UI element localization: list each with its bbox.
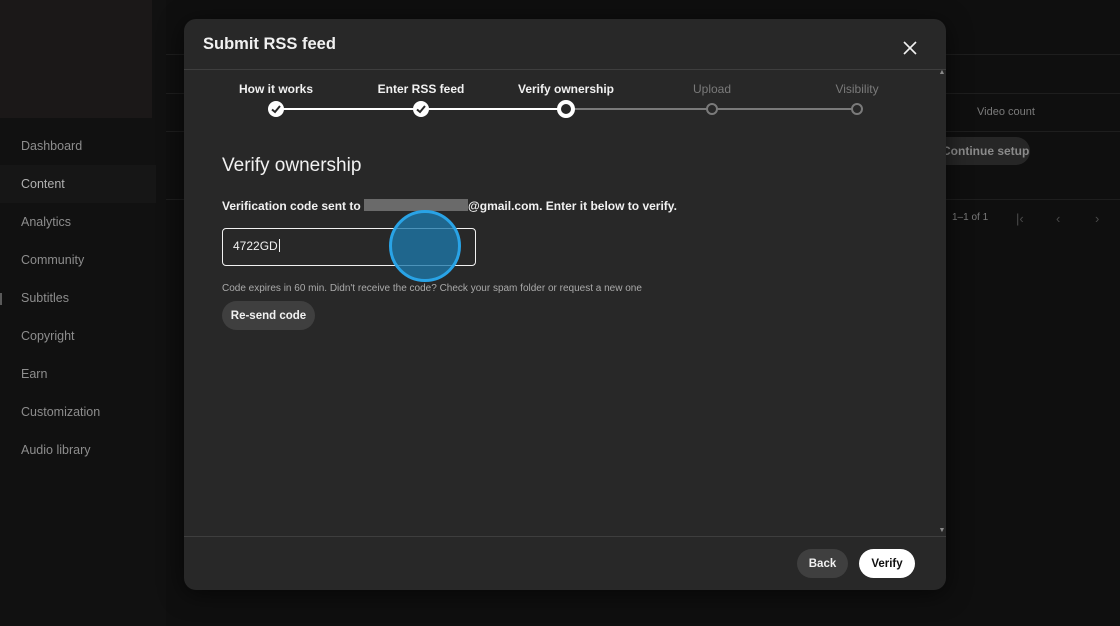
sidebar: Dashboard Content Analytics Community Su… bbox=[0, 0, 166, 626]
sidebar-item-subtitles[interactable]: Subtitles bbox=[21, 288, 69, 308]
step-pending-indicator bbox=[851, 103, 863, 115]
channel-avatar bbox=[0, 0, 152, 118]
header-divider bbox=[184, 69, 946, 70]
sidebar-item-earn[interactable]: Earn bbox=[21, 364, 47, 384]
sidebar-item-analytics[interactable]: Analytics bbox=[21, 212, 71, 232]
pagination-text: 1–1 of 1 bbox=[952, 212, 989, 223]
scroll-down-icon[interactable]: ▼ bbox=[938, 527, 946, 534]
step-pending-indicator bbox=[706, 103, 718, 115]
step-current-indicator bbox=[557, 100, 575, 118]
sidebar-item-dashboard[interactable]: Dashboard bbox=[21, 136, 82, 156]
close-icon bbox=[903, 41, 917, 55]
next-page-icon[interactable]: › bbox=[1095, 211, 1099, 226]
sidebar-item-copyright[interactable]: Copyright bbox=[21, 326, 75, 346]
footer-divider bbox=[184, 536, 946, 537]
sidebar-item-audio-library[interactable]: Audio library bbox=[21, 440, 90, 460]
text-caret bbox=[278, 239, 280, 252]
step-label-how-it-works: How it works bbox=[238, 82, 313, 96]
resend-code-button[interactable]: Re-send code bbox=[222, 301, 315, 330]
message-email-domain: @gmail.com bbox=[468, 199, 540, 213]
step-label-upload: Upload bbox=[692, 82, 732, 96]
code-input-value: 4722GD bbox=[233, 239, 278, 253]
sidebar-item-content[interactable]: Content bbox=[21, 174, 65, 194]
verify-button[interactable]: Verify bbox=[859, 549, 915, 578]
dialog-title: Submit RSS feed bbox=[203, 35, 336, 53]
submit-rss-dialog: Submit RSS feed ▲ ▼ How it works Enter R… bbox=[184, 19, 946, 590]
sidebar-item-customization[interactable]: Customization bbox=[21, 402, 100, 422]
step-label-visibility: Visibility bbox=[835, 82, 879, 96]
step-label-verify-ownership: Verify ownership bbox=[517, 82, 615, 96]
first-page-icon[interactable]: |‹ bbox=[1016, 211, 1024, 226]
section-heading: Verify ownership bbox=[222, 155, 362, 176]
close-button[interactable] bbox=[896, 34, 924, 62]
prev-page-icon[interactable]: ‹ bbox=[1056, 211, 1060, 226]
click-indicator bbox=[389, 210, 461, 282]
redacted-email bbox=[364, 199, 469, 211]
video-count-header: Video count bbox=[977, 106, 1035, 118]
step-label-enter-rss-feed: Enter RSS feed bbox=[377, 82, 465, 96]
scroll-up-icon[interactable]: ▲ bbox=[938, 69, 946, 76]
sidebar-marker bbox=[0, 293, 2, 305]
back-button[interactable]: Back bbox=[797, 549, 848, 578]
step-done-check-icon bbox=[413, 101, 429, 117]
code-helper-text: Code expires in 60 min. Didn't receive t… bbox=[222, 283, 642, 294]
verification-message: Verification code sent to @gmail.com. En… bbox=[222, 199, 677, 213]
message-prefix: Verification code sent to bbox=[222, 199, 361, 213]
message-suffix: . Enter it below to verify. bbox=[539, 199, 677, 213]
sidebar-item-community[interactable]: Community bbox=[21, 250, 84, 270]
step-done-check-icon bbox=[268, 101, 284, 117]
